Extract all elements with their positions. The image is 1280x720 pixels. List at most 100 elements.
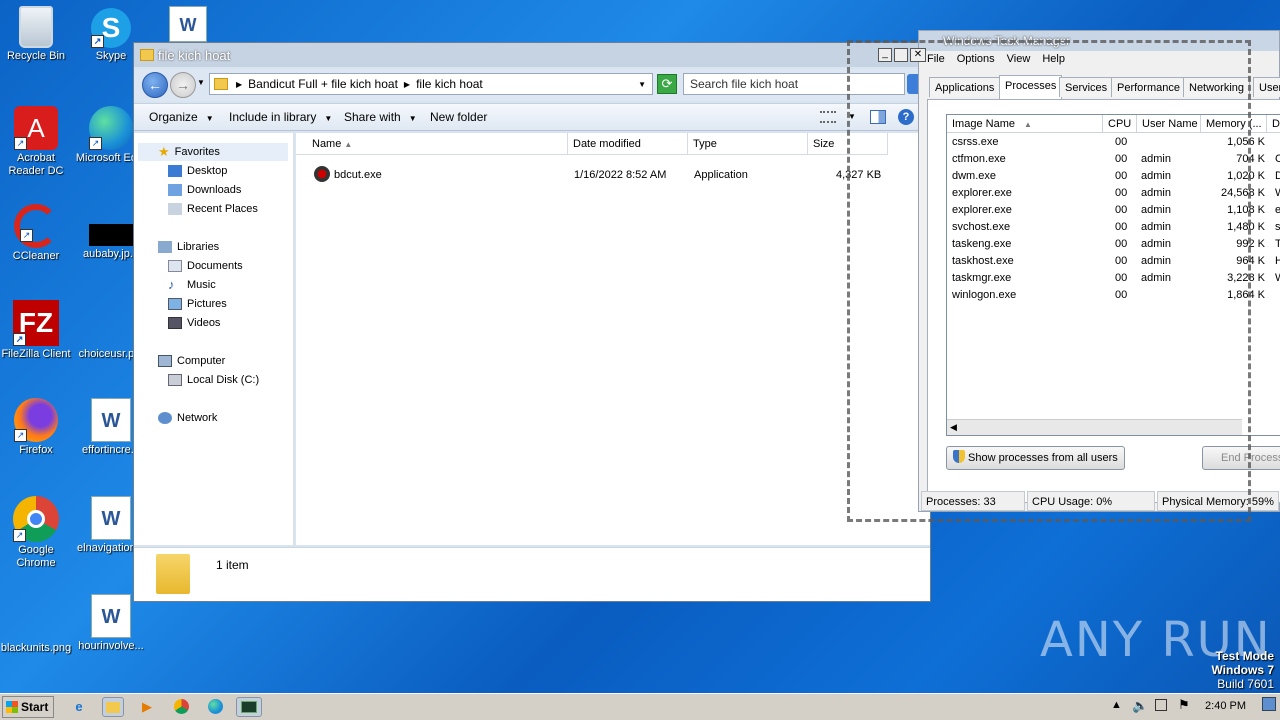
taskbar: Start e ▶ ▲ 🔈 ⚑ 2:40 PM: [0, 693, 1280, 720]
column-date-modified[interactable]: Date modified: [568, 133, 688, 155]
desktop-icon-recycle-bin[interactable]: Recycle Bin: [0, 6, 76, 63]
windows-logo-icon: [6, 701, 18, 713]
address-dropdown-icon[interactable]: ▼: [638, 80, 646, 89]
desktop-icon-acrobat[interactable]: A ↗ Acrobat Reader DC: [0, 106, 76, 178]
nav-local-disk[interactable]: Local Disk (C:): [168, 374, 259, 386]
navigation-pane: ★ Favorites Desktop Downloads Recent Plac…: [134, 133, 294, 545]
ie-icon[interactable]: e: [68, 697, 90, 717]
desktop-icon-ccleaner[interactable]: ↗ CCleaner: [0, 204, 76, 263]
word-document-icon: W: [91, 496, 131, 540]
shortcut-arrow-icon: ↗: [13, 529, 26, 542]
file-name: bdcut.exe: [334, 169, 382, 181]
shortcut-arrow-icon: ↗: [20, 229, 33, 242]
word-document-icon: W: [91, 398, 131, 442]
share-with-button[interactable]: Share with ▼: [344, 110, 417, 124]
image-file-icon: [14, 594, 58, 640]
recycle-bin-icon: [19, 6, 53, 48]
image-file-icon: [89, 224, 133, 246]
pictures-icon: [168, 298, 182, 310]
task-manager-taskbar-icon[interactable]: [236, 697, 262, 717]
desktop-icon-hourinvolve[interactable]: W hourinvolve...: [71, 594, 151, 653]
nav-desktop[interactable]: Desktop: [168, 165, 227, 177]
skype-icon: S ↗: [91, 8, 131, 48]
edge-icon: ↗: [89, 106, 133, 150]
column-description[interactable]: D: [1267, 115, 1280, 133]
nav-favorites[interactable]: ★ Favorites: [138, 143, 288, 161]
folder-icon: [214, 78, 228, 90]
volume-icon[interactable]: 🔈: [1132, 698, 1148, 714]
organize-button[interactable]: Organize ▼: [149, 110, 214, 124]
nav-videos[interactable]: Videos: [168, 317, 220, 329]
window-title: file kich hoat: [158, 47, 231, 63]
desktop-icon-word-top[interactable]: W: [148, 6, 228, 44]
desktop-icon-chrome[interactable]: ↗ Google Chrome: [0, 496, 76, 570]
view-options-icon[interactable]: [820, 111, 836, 123]
breadcrumb-sep-icon: ▶: [236, 79, 243, 89]
nav-pictures[interactable]: Pictures: [168, 298, 227, 310]
breadcrumb-item[interactable]: file kich hoat: [416, 77, 483, 91]
item-count: 1 item: [216, 558, 249, 572]
minimize-button[interactable]: _: [878, 48, 892, 62]
column-name[interactable]: Name ▲: [296, 133, 568, 155]
show-desktop-button[interactable]: [1262, 697, 1276, 711]
shortcut-arrow-icon: ↗: [89, 137, 102, 150]
desktop-icon-label: Recycle Bin: [6, 50, 66, 62]
close-button[interactable]: ✕: [910, 48, 926, 62]
desktop-icon-firefox[interactable]: ↗ Firefox: [0, 398, 76, 457]
test-mode-watermark: Test Mode Windows 7 Build 7601: [1211, 649, 1274, 691]
desktop-icon-label: hourinvolve...: [78, 640, 144, 652]
command-bar: Organize ▼ Include in library ▼ Share with…: [134, 103, 930, 131]
desktop-folder-icon: [168, 165, 182, 177]
tab-users[interactable]: Users: [1253, 77, 1280, 97]
media-player-icon[interactable]: ▶: [136, 697, 158, 717]
nav-computer[interactable]: Computer: [158, 355, 225, 367]
word-document-icon: W: [91, 594, 131, 638]
maximize-button[interactable]: [894, 48, 908, 62]
nav-documents[interactable]: Documents: [168, 260, 243, 272]
forward-button[interactable]: →: [170, 72, 196, 98]
sort-ascending-icon: ▲: [344, 140, 353, 149]
breadcrumb-item[interactable]: Bandicut Full + file kich hoat: [248, 77, 398, 91]
nav-downloads[interactable]: Downloads: [168, 184, 241, 196]
explorer-taskbar-icon[interactable]: [102, 697, 124, 717]
bandicut-app-icon: [314, 166, 330, 182]
music-icon: ♪: [168, 277, 175, 292]
desktop-icon-blackunits[interactable]: blackunits.png: [0, 594, 76, 655]
start-button[interactable]: Start: [2, 696, 54, 718]
history-dropdown-icon[interactable]: ▼: [197, 78, 205, 87]
nav-libraries[interactable]: Libraries: [158, 241, 219, 253]
dropdown-arrow-icon: ▼: [205, 114, 214, 123]
file-date: 1/16/2022 8:52 AM: [574, 169, 667, 181]
desktop-icon-label: Google Chrome: [16, 544, 56, 569]
back-button[interactable]: ←: [142, 72, 168, 98]
acrobat-icon: A ↗: [14, 106, 58, 150]
nav-network[interactable]: Network: [158, 412, 217, 424]
breadcrumb-sep-icon: ▶: [403, 79, 411, 89]
edge-taskbar-icon[interactable]: [204, 697, 226, 717]
column-type[interactable]: Type: [688, 133, 808, 155]
refresh-button[interactable]: ⟳: [657, 74, 677, 94]
include-in-library-button[interactable]: Include in library ▼: [229, 110, 332, 124]
network-icon: [158, 412, 172, 424]
action-center-flag-icon[interactable]: ⚑: [1178, 697, 1190, 713]
chrome-taskbar-icon[interactable]: [170, 697, 192, 717]
clock[interactable]: 2:40 PM: [1205, 700, 1246, 712]
show-hidden-icons-icon[interactable]: ▲: [1111, 699, 1122, 711]
desktop-icon-filezilla[interactable]: FZ ↗ FileZilla Client: [0, 300, 76, 361]
file-type: Application: [694, 169, 748, 181]
nav-recent-places[interactable]: Recent Places: [168, 203, 258, 215]
dropdown-arrow-icon: ▼: [324, 114, 333, 123]
documents-icon: [168, 260, 182, 272]
chrome-icon: ↗: [13, 496, 59, 542]
word-document-icon: W: [169, 6, 207, 42]
videos-icon: [168, 317, 182, 329]
explorer-window: file kich hoat ← → ▼ ▶ Bandicut Full + f…: [133, 42, 931, 602]
folder-large-icon: [156, 554, 190, 594]
explorer-titlebar[interactable]: file kich hoat: [134, 43, 930, 67]
new-folder-button[interactable]: New folder: [430, 110, 487, 124]
computer-icon: [158, 355, 172, 367]
nav-music[interactable]: ♪ Music: [168, 277, 216, 292]
address-bar[interactable]: ▶ Bandicut Full + file kich hoat ▶ file …: [209, 73, 653, 95]
network-tray-icon[interactable]: [1155, 699, 1167, 711]
star-icon: ★: [158, 144, 170, 159]
